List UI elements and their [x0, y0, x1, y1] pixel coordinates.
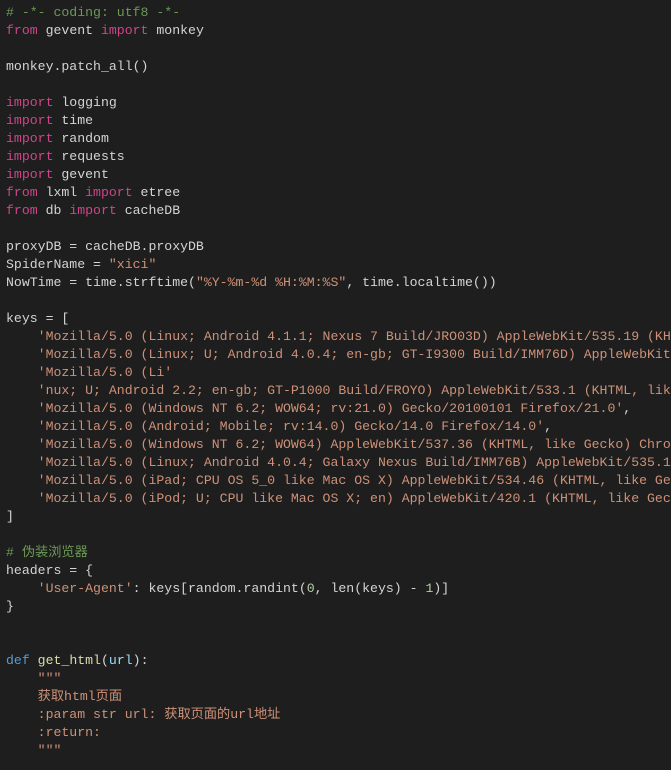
mod-logging: logging — [53, 95, 116, 110]
num-zero: 0 — [307, 581, 315, 596]
kw-from: from — [6, 185, 38, 200]
mod-time: time — [53, 113, 93, 128]
mod-lxml: lxml — [38, 185, 85, 200]
mod-random: random — [53, 131, 108, 146]
ua-string-1: 'Mozilla/5.0 (Linux; U; Android 4.0.4; e… — [6, 347, 671, 362]
kw-def: def — [6, 653, 30, 668]
code-line: # -*- coding: utf8 -*- — [6, 5, 180, 20]
headers-expr-c: )] — [433, 581, 449, 596]
comment-fake-browser: # 伪装浏览器 — [6, 545, 88, 560]
str-user-agent: 'User-Agent' — [38, 581, 133, 596]
docstring-line: 获取html页面 — [6, 689, 122, 704]
headers-open: headers = { — [6, 563, 93, 578]
kw-import: import — [85, 185, 132, 200]
assign-proxydb: proxyDB = cacheDB.proxyDB — [6, 239, 204, 254]
ua-string-4: 'Mozilla/5.0 (Windows NT 6.2; WOW64; rv:… — [6, 401, 623, 416]
ua-string-7: 'Mozilla/5.0 (Linux; Android 4.0.4; Gala… — [6, 455, 671, 470]
paren-open: ( — [101, 653, 109, 668]
docstring-close: """ — [6, 743, 61, 758]
mod-etree: etree — [133, 185, 180, 200]
kw-import: import — [6, 131, 53, 146]
code-editor: # -*- coding: utf8 -*- from gevent impor… — [0, 0, 671, 770]
mod-db: db — [38, 203, 70, 218]
mod-monkey: monkey — [148, 23, 203, 38]
paren-close: ): — [133, 653, 149, 668]
kw-import: import — [69, 203, 116, 218]
docstring-param: :param str url: — [6, 707, 164, 722]
kw-import: import — [6, 113, 53, 128]
kw-import: import — [6, 95, 53, 110]
mod-gevent: gevent — [53, 167, 108, 182]
comma: , — [623, 401, 631, 416]
docstring-open: """ — [6, 671, 61, 686]
str-fmt: "%Y-%m-%d %H:%M:%S" — [196, 275, 346, 290]
mod-requests: requests — [53, 149, 124, 164]
ua-string-6: 'Mozilla/5.0 (Windows NT 6.2; WOW64) App… — [6, 437, 671, 452]
headers-expr-a: : keys[random.randint( — [133, 581, 307, 596]
ua-string-0: 'Mozilla/5.0 (Linux; Android 4.1.1; Nexu… — [6, 329, 671, 344]
comma: , — [544, 419, 552, 434]
headers-close: } — [6, 599, 14, 614]
ua-string-8: 'Mozilla/5.0 (iPad; CPU OS 5_0 like Mac … — [6, 473, 671, 488]
keys-open: keys = [ — [6, 311, 69, 326]
mod — [38, 23, 46, 38]
mod-gevent: gevent — [46, 23, 101, 38]
param-url: url — [109, 653, 133, 668]
fn-get-html: get_html — [30, 653, 101, 668]
docstring-param-desc: 获取页面的url地址 — [164, 707, 280, 722]
kw-from: from — [6, 23, 38, 38]
assign-nowtime: NowTime = time.strftime( — [6, 275, 196, 290]
headers-expr-b: , len(keys) - — [315, 581, 426, 596]
indent — [6, 581, 38, 596]
ua-string-2: 'Mozilla/5.0 (Li' — [6, 365, 172, 380]
kw-import: import — [101, 23, 148, 38]
kw-from: from — [6, 203, 38, 218]
ua-string-5: 'Mozilla/5.0 (Android; Mobile; rv:14.0) … — [6, 419, 544, 434]
ua-string-9: 'Mozilla/5.0 (iPod; U; CPU like Mac OS X… — [6, 491, 671, 506]
kw-import: import — [6, 167, 53, 182]
docstring-return: :return: — [6, 725, 101, 740]
kw-import: import — [6, 149, 53, 164]
str-xici: "xici" — [109, 257, 156, 272]
keys-close: ] — [6, 509, 14, 524]
assign-nowtime-b: , time.localtime()) — [346, 275, 496, 290]
assign-spidername: SpiderName = — [6, 257, 109, 272]
mod-cachedb: cacheDB — [117, 203, 180, 218]
call-patch-all: monkey.patch_all() — [6, 59, 148, 74]
ua-string-3: 'nux; U; Android 2.2; en-gb; GT-P1000 Bu… — [6, 383, 671, 398]
